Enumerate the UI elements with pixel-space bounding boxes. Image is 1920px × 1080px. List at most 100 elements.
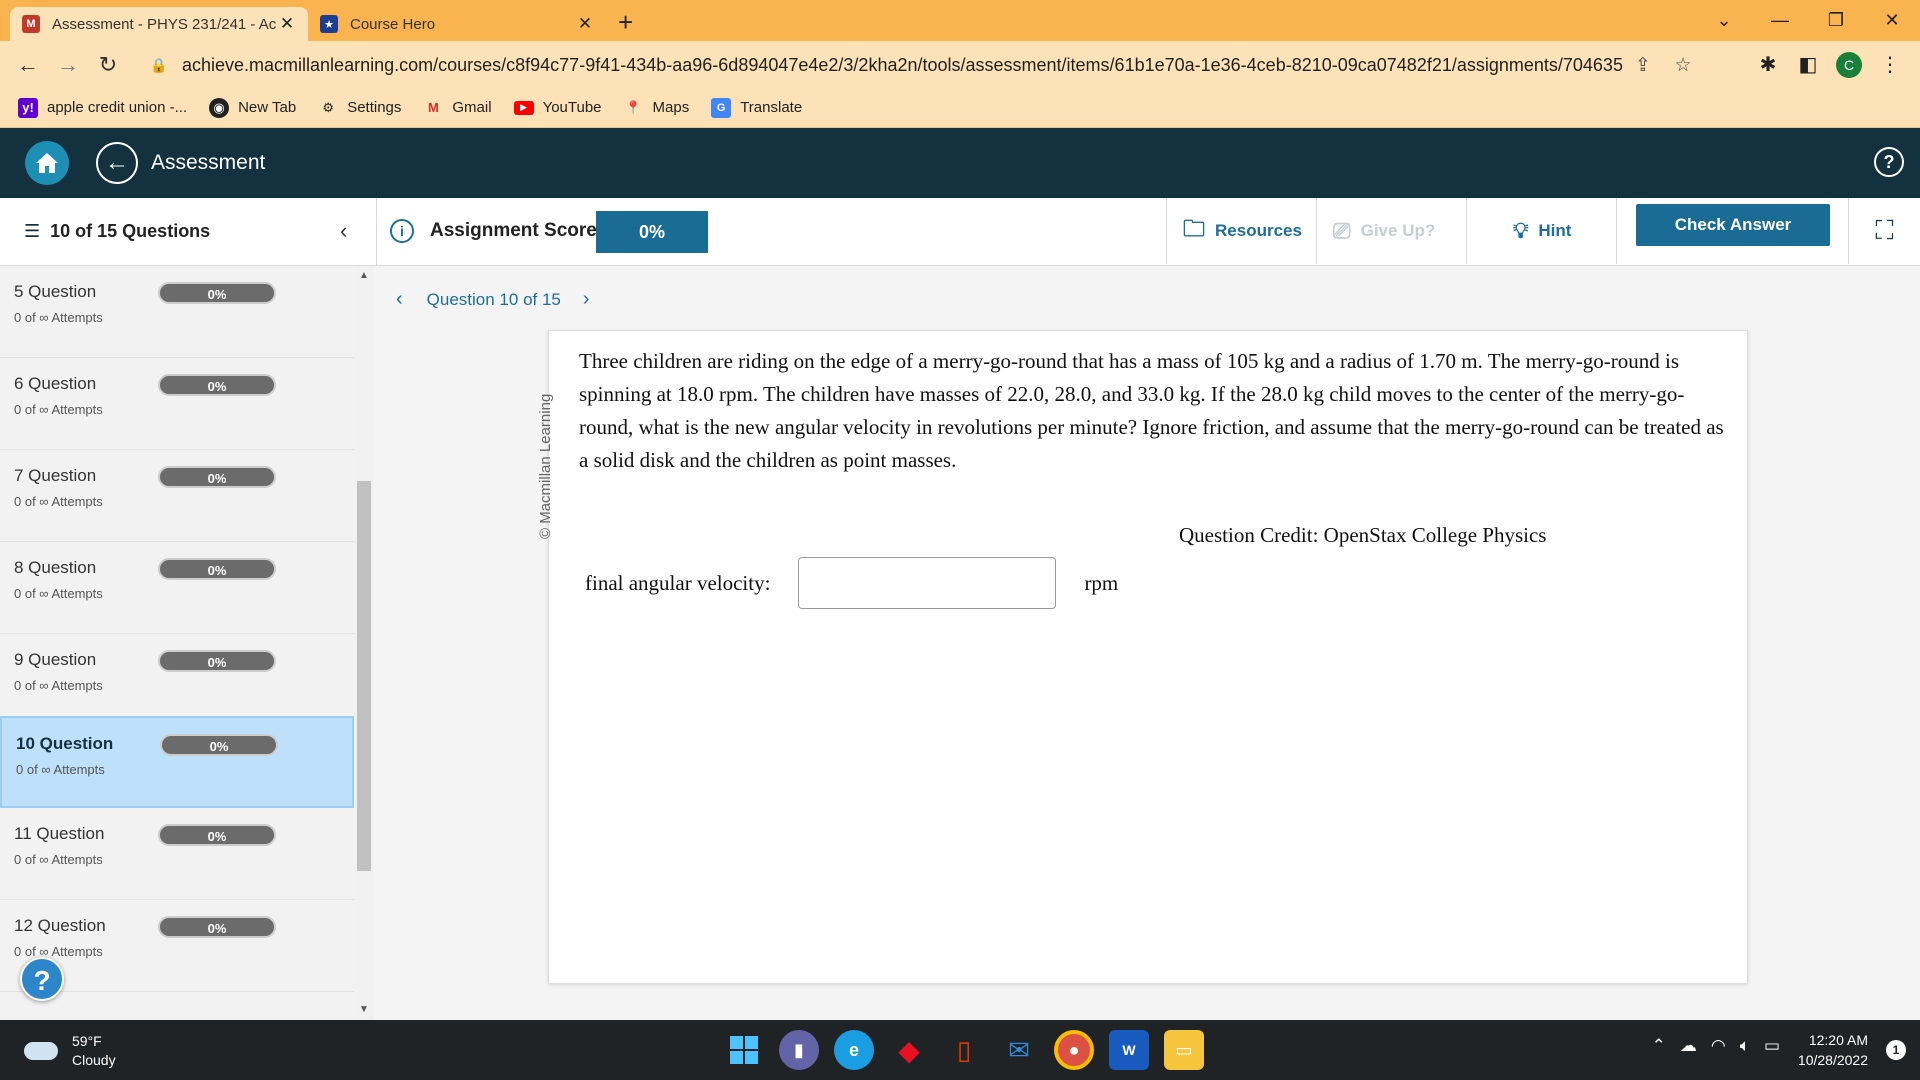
previous-question-icon[interactable]: ‹ [388,288,411,311]
attempts-text: 0 of ∞ Attempts [14,310,103,325]
address-bar[interactable]: 🔒 achieve.macmillanlearning.com/courses/… [138,47,1703,83]
sidebar-item-question-8[interactable]: 8 Question 0% 0 of ∞ Attempts [0,542,354,634]
volume-icon[interactable]: 🔈︎ [1740,1036,1750,1056]
app-diamond-icon[interactable]: ◆ [889,1030,929,1070]
weather-condition: Cloudy [72,1052,116,1068]
scroll-up-icon[interactable]: ▲ [354,270,374,281]
sidebar-item-question-10[interactable]: 10 Question 0% 0 of ∞ Attempts [0,716,354,808]
bookmark-youtube[interactable]: ▶ YouTube [513,99,602,116]
question-label: 7 Question [14,466,97,485]
question-number: Question 10 of 15 [426,289,561,309]
notification-badge[interactable]: 1 [1886,1040,1906,1060]
bookmark-maps[interactable]: 📍 Maps [624,98,689,118]
floating-help-button[interactable]: ? [20,957,64,1001]
close-window-icon[interactable]: ✕ [1864,10,1920,31]
minimize-icon[interactable]: — [1752,10,1808,31]
question-panel: ‹ Question 10 of 15 › © Macmillan Learni… [374,266,1920,1020]
sidebar-item-question-6[interactable]: 6 Question 0% 0 of ∞ Attempts [0,358,354,450]
close-tab-icon[interactable]: ✕ [576,14,594,34]
info-icon[interactable]: i [390,219,414,243]
wifi-icon[interactable]: ◠ [1711,1036,1726,1056]
question-list-toggle[interactable]: ☰ 10 of 15 Questions [24,198,210,264]
tab-title: Assessment - PHYS 231/241 - Ac [52,15,277,33]
tab-title: Course Hero [350,15,436,33]
next-question-icon[interactable]: › [575,288,598,311]
fullscreen-icon[interactable]: ⛶ [1848,198,1920,264]
battery-icon[interactable]: ▭ [1764,1036,1780,1056]
list-icon: ☰ [24,220,41,241]
give-up-icon: ⎚ [1333,218,1351,243]
gmail-icon: M [427,100,439,115]
sidebar-item-question-7[interactable]: 7 Question 0% 0 of ∞ Attempts [0,450,354,542]
sidebar-item-question-9[interactable]: 9 Question 0% 0 of ∞ Attempts [0,634,354,726]
mail-icon[interactable]: ✉ [999,1030,1039,1070]
chrome-icon[interactable]: ● [1054,1030,1094,1070]
tab-search-icon[interactable]: ⌄ [1696,10,1752,31]
reload-icon[interactable]: ↻ [88,52,128,78]
sidebar-scrollbar[interactable]: ▲ ▼ [354,266,374,1020]
edge-icon[interactable]: e [834,1030,874,1070]
clock[interactable]: 12:20 AM 10/28/2022 [1798,1030,1868,1070]
help-icon[interactable]: ? [1874,147,1904,177]
weather-widget[interactable]: 59°F Cloudy [24,1032,116,1070]
bookmark-settings[interactable]: ⚙ Settings [318,98,401,118]
resources-button[interactable]: 🗀 Resources [1166,198,1316,264]
progress-badge: 0% [160,734,278,756]
lock-icon[interactable]: 🔒 [150,57,167,74]
browser-toolbar: ← → ↻ 🔒 achieve.macmillanlearning.com/co… [0,41,1920,88]
tab-course-hero[interactable]: ★ Course Hero ✕ [308,7,606,41]
sidebar-item-question-11[interactable]: 11 Question 0% 0 of ∞ Attempts [0,808,354,900]
menu-kebab-icon[interactable]: ⋮ [1870,52,1910,77]
translate-icon: G [711,97,732,118]
give-up-button[interactable]: ⎚ Give Up? [1316,198,1466,264]
bookmark-star-icon[interactable]: ☆ [1663,54,1703,77]
forward-icon[interactable]: → [48,52,88,78]
hint-button[interactable]: 💡︎ Hint [1466,198,1616,264]
extensions-icon[interactable]: ✱ [1748,52,1788,77]
collapse-sidebar-icon[interactable]: ‹ [340,218,347,244]
attempts-text: 0 of ∞ Attempts [14,402,103,417]
watermark-text: © Macmillan Learning [537,393,554,539]
score-label: Assignment Score: [430,220,604,241]
bookmark-new-tab[interactable]: ◉ New Tab [209,97,296,118]
sidebar-item-question-5[interactable]: 5 Question 0% 0 of ∞ Attempts [0,266,354,358]
chevron-up-icon[interactable]: ⌃ [1652,1036,1666,1056]
course-hero-favicon-icon: ★ [320,15,338,33]
bookmark-gmail[interactable]: M Gmail [423,98,492,118]
share-icon[interactable]: ⇪ [1623,54,1663,77]
word-icon[interactable]: W [1109,1030,1149,1070]
scrollbar-thumb[interactable] [357,481,371,871]
assignment-score: i Assignment Score: [390,198,603,264]
back-button[interactable]: ← [96,142,138,184]
new-tab-icon[interactable]: + [618,7,633,41]
bookmark-apple-credit-union[interactable]: y! apple credit union -... [18,97,187,118]
home-button[interactable] [25,141,69,185]
progress-badge: 0% [158,916,276,938]
hint-label: Hint [1538,221,1572,240]
time: 12:20 AM [1808,1032,1868,1048]
restore-icon[interactable]: ❐ [1808,10,1864,31]
url-text[interactable]: achieve.macmillanlearning.com/courses/c8… [182,55,1623,76]
back-icon[interactable]: ← [8,52,48,78]
gear-icon: ⚙ [322,99,335,115]
bookmark-translate[interactable]: G Translate [711,97,802,118]
close-tab-icon[interactable]: ✕ [278,14,296,34]
answer-input[interactable] [798,557,1057,609]
teams-chat-icon[interactable]: ▮ [779,1030,819,1070]
toolbar-right: ✱ ◧ C ⋮ [1748,41,1910,88]
network-status-icon[interactable]: ☁ [1680,1036,1697,1056]
check-answer-button[interactable]: Check Answer [1636,204,1830,246]
office-icon[interactable]: ▯ [944,1030,984,1070]
profile-avatar[interactable]: C [1836,51,1862,78]
scroll-down-icon[interactable]: ▼ [354,1004,374,1015]
file-explorer-icon[interactable]: ▭ [1164,1030,1204,1070]
attempts-text: 0 of ∞ Attempts [14,944,103,959]
globe-icon: ◉ [209,97,230,118]
question-navigator: ‹ Question 10 of 15 › [388,288,598,311]
copyright-watermark: © Macmillan Learning [537,361,567,539]
progress-badge: 0% [158,466,276,488]
question-label: 12 Question [14,916,106,935]
windows-start-icon[interactable] [724,1030,764,1070]
side-panel-icon[interactable]: ◧ [1788,52,1828,77]
tab-assessment[interactable]: M Assessment - PHYS 231/241 - Ac ✕ [10,7,308,41]
